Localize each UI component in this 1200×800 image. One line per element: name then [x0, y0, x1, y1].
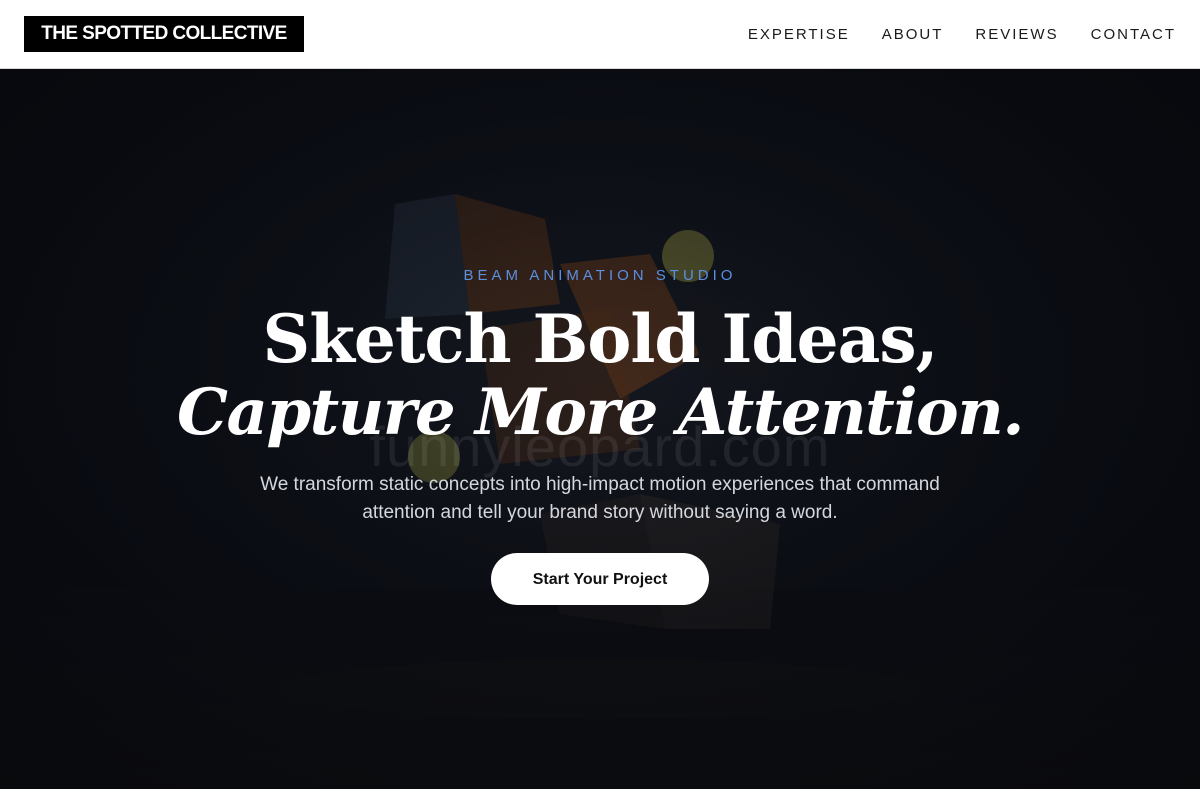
- site-header: THE SPOTTED COLLECTIVE EXPERTISE ABOUT R…: [0, 0, 1200, 69]
- nav-link-about[interactable]: ABOUT: [882, 26, 944, 43]
- hero-description: We transform static concepts into high-i…: [260, 474, 940, 523]
- main-nav: EXPERTISE ABOUT REVIEWS CONTACT: [748, 0, 1176, 68]
- hero-headline-line2: Capture More Attention.: [177, 375, 1025, 450]
- nav-link-contact[interactable]: CONTACT: [1091, 26, 1176, 43]
- hero-eyebrow: BEAM ANIMATION STUDIO: [463, 267, 737, 284]
- start-project-button[interactable]: Start Your Project: [491, 553, 709, 605]
- hero-section: funnyleopard.com BEAM ANIMATION STUDIO S…: [0, 69, 1200, 789]
- page-bottom-strip: [0, 789, 1200, 800]
- hero-headline: Sketch Bold Ideas, Capture More Attentio…: [0, 301, 1200, 449]
- hero-headline-line1: Sketch Bold Ideas,: [262, 300, 939, 378]
- site-logo[interactable]: THE SPOTTED COLLECTIVE: [24, 16, 304, 52]
- nav-link-expertise[interactable]: EXPERTISE: [748, 26, 850, 43]
- nav-link-reviews[interactable]: REVIEWS: [975, 26, 1058, 43]
